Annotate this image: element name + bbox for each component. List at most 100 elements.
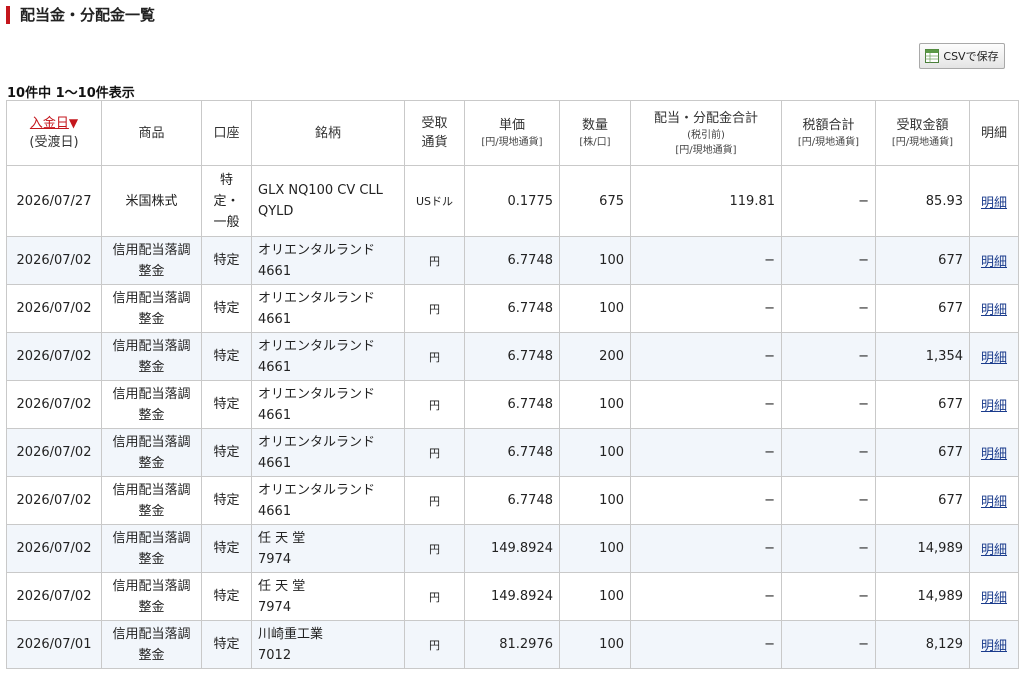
header-unit-price-main: 単価 xyxy=(498,118,525,133)
header-quantity: 数量 [株/口] xyxy=(559,100,631,166)
cell-currency: 円 xyxy=(404,524,465,573)
cell-date: 2026/07/01 xyxy=(6,620,102,669)
cell-received: 677 xyxy=(875,284,970,333)
cell-detail: 明細 xyxy=(969,165,1019,237)
issue-name: オリエンタルランド xyxy=(258,338,376,354)
cell-unit-price: 149.8924 xyxy=(464,572,560,621)
cell-account: 特定 xyxy=(201,428,252,477)
cell-detail: 明細 xyxy=(969,524,1019,573)
cell-account: 特定 xyxy=(201,332,252,381)
cell-currency: 円 xyxy=(404,236,465,285)
cell-currency: USドル xyxy=(404,165,465,237)
issue-code: 4661 xyxy=(258,407,292,423)
cell-account: 特定 xyxy=(201,524,252,573)
header-unit-price: 単価 [円/現地通貨] xyxy=(464,100,560,166)
cell-unit-price: 6.7748 xyxy=(464,476,560,525)
sort-down-icon[interactable]: ▼ xyxy=(69,116,78,130)
header-received: 受取金額 [円/現地通貨] xyxy=(875,100,970,166)
cell-product: 米国株式 xyxy=(101,165,202,237)
cell-date: 2026/07/02 xyxy=(6,476,102,525)
cell-unit-price: 81.2976 xyxy=(464,620,560,669)
cell-account: 特定 xyxy=(201,380,252,429)
table-row: 2026/07/27 米国株式 特定・一般 GLX NQ100 CV CLL Q… xyxy=(6,165,1019,237)
cell-received: 8,129 xyxy=(875,620,970,669)
detail-link[interactable]: 明細 xyxy=(981,495,1007,510)
cell-total: − xyxy=(630,572,782,621)
table-row: 2026/07/02 信用配当落調整金 特定 オリエンタルランド 4661 円 … xyxy=(6,380,1019,429)
detail-link[interactable]: 明細 xyxy=(981,303,1007,318)
cell-issue: オリエンタルランド 4661 xyxy=(251,284,405,333)
cell-detail: 明細 xyxy=(969,476,1019,525)
cell-issue: 任 天 堂 7974 xyxy=(251,524,405,573)
csv-save-button[interactable]: CSVで保存 xyxy=(919,43,1005,69)
cell-currency: 円 xyxy=(404,332,465,381)
header-total: 配当・分配金合計 (税引前) [円/現地通貨] xyxy=(630,100,782,166)
detail-link[interactable]: 明細 xyxy=(981,639,1007,654)
cell-detail: 明細 xyxy=(969,236,1019,285)
issue-code: 7974 xyxy=(258,551,292,567)
cell-account: 特定 xyxy=(201,572,252,621)
issue-code: 4661 xyxy=(258,311,292,327)
detail-link[interactable]: 明細 xyxy=(981,196,1007,211)
issue-name: オリエンタルランド xyxy=(258,434,376,450)
issue-code: 7012 xyxy=(258,647,292,663)
cell-total: − xyxy=(630,476,782,525)
issue-code: 4661 xyxy=(258,263,292,279)
cell-product: 信用配当落調整金 xyxy=(101,476,202,525)
detail-link[interactable]: 明細 xyxy=(981,399,1007,414)
cell-unit-price: 6.7748 xyxy=(464,380,560,429)
cell-quantity: 200 xyxy=(559,332,631,381)
spreadsheet-icon xyxy=(925,49,940,63)
cell-detail: 明細 xyxy=(969,284,1019,333)
cell-date: 2026/07/02 xyxy=(6,428,102,477)
cell-total: − xyxy=(630,284,782,333)
cell-account: 特定 xyxy=(201,476,252,525)
detail-link[interactable]: 明細 xyxy=(981,591,1007,606)
header-issue: 銘柄 xyxy=(251,100,405,166)
cell-received: 14,989 xyxy=(875,572,970,621)
cell-product: 信用配当落調整金 xyxy=(101,332,202,381)
cell-tax: − xyxy=(781,165,876,237)
cell-product: 信用配当落調整金 xyxy=(101,620,202,669)
issue-name: 任 天 堂 xyxy=(258,530,306,546)
header-date[interactable]: 入金日▼ (受渡日) xyxy=(6,100,102,166)
table-row: 2026/07/02 信用配当落調整金 特定 オリエンタルランド 4661 円 … xyxy=(6,428,1019,477)
table-row: 2026/07/02 信用配当落調整金 特定 オリエンタルランド 4661 円 … xyxy=(6,476,1019,525)
cell-issue: オリエンタルランド 4661 xyxy=(251,236,405,285)
cell-unit-price: 0.1775 xyxy=(464,165,560,237)
detail-link[interactable]: 明細 xyxy=(981,255,1007,270)
result-count: 10件中 1〜10件表示 xyxy=(7,86,135,101)
cell-date: 2026/07/02 xyxy=(6,380,102,429)
cell-currency: 円 xyxy=(404,284,465,333)
header-currency-line1: 受取 xyxy=(421,116,448,131)
issue-name: オリエンタルランド xyxy=(258,290,376,306)
cell-received: 677 xyxy=(875,236,970,285)
cell-issue: オリエンタルランド 4661 xyxy=(251,380,405,429)
cell-detail: 明細 xyxy=(969,572,1019,621)
cell-unit-price: 6.7748 xyxy=(464,284,560,333)
detail-link[interactable]: 明細 xyxy=(981,447,1007,462)
issue-name: オリエンタルランド xyxy=(258,242,376,258)
detail-link[interactable]: 明細 xyxy=(981,543,1007,558)
cell-unit-price: 6.7748 xyxy=(464,332,560,381)
table-row: 2026/07/02 信用配当落調整金 特定 オリエンタルランド 4661 円 … xyxy=(6,284,1019,333)
cell-issue: 川崎重工業 7012 xyxy=(251,620,405,669)
table-row: 2026/07/02 信用配当落調整金 特定 オリエンタルランド 4661 円 … xyxy=(6,332,1019,381)
header-received-sub: [円/現地通貨] xyxy=(891,137,954,148)
table-row: 2026/07/01 信用配当落調整金 特定 川崎重工業 7012 円 81.2… xyxy=(6,620,1019,669)
sort-date-link[interactable]: 入金日 xyxy=(30,116,69,131)
dividend-table: 入金日▼ (受渡日) 商品 口座 銘柄 受取 通貨 単価 [円/現地通貨] 数量… xyxy=(6,100,1019,669)
cell-tax: − xyxy=(781,524,876,573)
table-row: 2026/07/02 信用配当落調整金 特定 オリエンタルランド 4661 円 … xyxy=(6,236,1019,285)
cell-product: 信用配当落調整金 xyxy=(101,524,202,573)
cell-total: − xyxy=(630,620,782,669)
cell-tax: − xyxy=(781,380,876,429)
cell-tax: − xyxy=(781,284,876,333)
cell-quantity: 100 xyxy=(559,572,631,621)
table-row: 2026/07/02 信用配当落調整金 特定 任 天 堂 7974 円 149.… xyxy=(6,524,1019,573)
issue-code: 4661 xyxy=(258,503,292,519)
issue-name: オリエンタルランド xyxy=(258,386,376,402)
cell-quantity: 100 xyxy=(559,428,631,477)
cell-account: 特定 xyxy=(201,284,252,333)
detail-link[interactable]: 明細 xyxy=(981,351,1007,366)
